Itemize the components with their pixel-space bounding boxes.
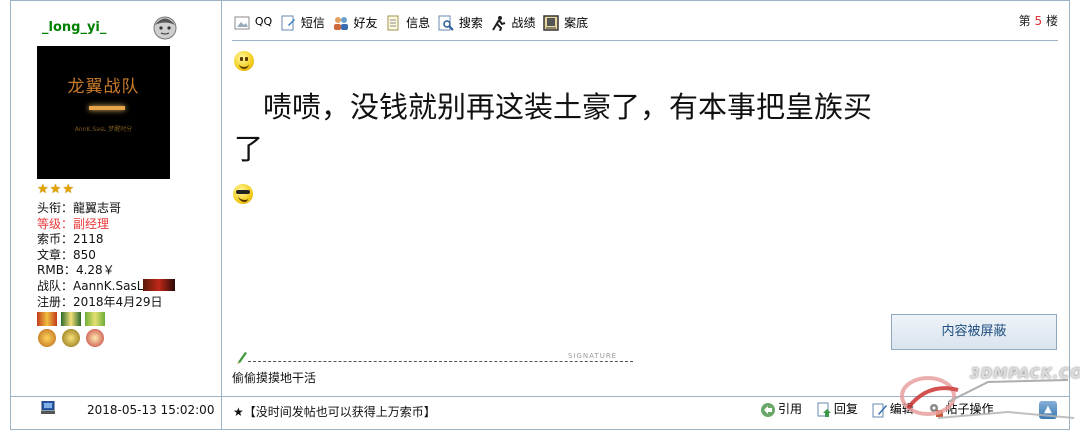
toolbar-divider bbox=[232, 40, 1058, 41]
user-register-row: 注册：2018年4月29日 bbox=[37, 295, 175, 311]
user-info: 头衔：龍翼志哥 等级：副经理 索币：2118 文章：850 RMB：4.28￥ … bbox=[37, 201, 176, 311]
toolbar-item-friends[interactable]: 好友 bbox=[333, 14, 378, 31]
team-value[interactable]: AannK.SasL bbox=[73, 279, 143, 293]
message-icon bbox=[281, 15, 295, 30]
medal-list bbox=[37, 312, 109, 353]
post-toolbar: QQ 短信 好友 信息 搜索 战绩 案底 bbox=[234, 14, 592, 31]
team-badge-icon bbox=[143, 278, 176, 291]
posts-label: 文章： bbox=[37, 247, 74, 262]
user-title-row: 头衔：龍翼志哥 bbox=[37, 201, 175, 217]
image-icon bbox=[234, 16, 250, 29]
medal-icon[interactable] bbox=[37, 312, 57, 350]
quote-button[interactable]: 引用 bbox=[760, 400, 802, 418]
user-posts-row: 文章：850 bbox=[37, 248, 175, 264]
reply-icon bbox=[817, 402, 831, 417]
star-icon: ★ bbox=[49, 182, 62, 197]
medal-icon[interactable] bbox=[85, 312, 105, 350]
title-value: 龍翼志哥 bbox=[73, 201, 122, 215]
toolbar-item-message[interactable]: 短信 bbox=[280, 14, 325, 31]
user-rmb-row: RMB：4.28￥ bbox=[37, 263, 175, 279]
search-icon bbox=[438, 15, 454, 31]
record-icon bbox=[491, 15, 505, 31]
edit-icon bbox=[872, 403, 887, 417]
toolbar-label: 短信 bbox=[300, 16, 325, 30]
floor-prefix: 第 bbox=[1018, 14, 1031, 28]
toolbar-label: QQ bbox=[254, 14, 273, 28]
quote-icon bbox=[761, 402, 775, 417]
toolbar-label: 好友 bbox=[353, 16, 378, 30]
title-label: 头衔： bbox=[37, 201, 74, 215]
computer-icon bbox=[41, 401, 55, 414]
team-label: 战队： bbox=[37, 278, 74, 293]
star-icon: ★ bbox=[62, 182, 74, 197]
post-timestamp: 2018-05-13 15:02:00 bbox=[87, 403, 215, 417]
toolbar-item-qq[interactable]: QQ bbox=[234, 15, 272, 31]
rmb-value: 4.28￥ bbox=[75, 263, 115, 278]
toolbar-item-search[interactable]: 搜索 bbox=[438, 14, 483, 31]
posts-value: 850 bbox=[73, 247, 96, 262]
floor-value: 5 bbox=[1034, 14, 1043, 28]
top-border bbox=[10, 0, 1070, 1]
cool-emoticon-icon bbox=[233, 184, 253, 204]
avatar-subtitle: AnnK.SasL 梦醒时分 bbox=[74, 126, 133, 133]
column-divider bbox=[221, 0, 222, 430]
avatar-glow-bar bbox=[89, 106, 125, 110]
username-link[interactable]: _long_yi_ bbox=[42, 20, 106, 35]
floor-suffix: 楼 bbox=[1045, 14, 1058, 28]
user-face-icon bbox=[153, 16, 177, 40]
reply-label: 回复 bbox=[833, 402, 858, 416]
reply-button[interactable]: 回复 bbox=[816, 400, 858, 418]
signature-divider: SIGNATURE bbox=[236, 352, 633, 366]
toolbar-label: 案底 bbox=[564, 16, 589, 30]
hidden-content-button[interactable]: 内容被屏蔽 bbox=[891, 314, 1057, 350]
rmb-label: RMB： bbox=[37, 263, 76, 278]
pencil-icon bbox=[237, 352, 247, 364]
level-value: 副经理 bbox=[73, 216, 110, 231]
signature-label: SIGNATURE bbox=[568, 352, 618, 360]
post-content: 啧啧，没钱就别再这装土豪了，有本事把皇族买了 bbox=[234, 90, 873, 166]
coins-label: 索币： bbox=[37, 232, 74, 247]
user-rank-stars: ★★★ bbox=[37, 182, 75, 197]
avatar-title: 龙翼战队 bbox=[67, 77, 140, 97]
star-icon: ★ bbox=[37, 182, 49, 197]
user-level-row: 等级：副经理 bbox=[37, 217, 175, 233]
register-value: 2018年4月29日 bbox=[73, 294, 163, 309]
toolbar-item-info[interactable]: 信息 bbox=[385, 14, 430, 31]
notice-link[interactable]: ★【没时间发帖也可以获得上万索币】 bbox=[233, 403, 436, 420]
medal-icon[interactable] bbox=[61, 312, 81, 350]
site-watermark bbox=[900, 376, 1075, 419]
signature-text: 偷偷摸摸地干活 bbox=[232, 371, 317, 385]
toolbar-label: 搜索 bbox=[458, 16, 483, 30]
floor-number: 第 5 楼 bbox=[1019, 12, 1058, 29]
toolbar-item-record[interactable]: 战绩 bbox=[491, 14, 536, 31]
user-team-row: 战队：AannK.SasL bbox=[37, 278, 176, 295]
register-label: 注册： bbox=[37, 294, 74, 309]
toolbar-label: 信息 bbox=[406, 16, 431, 30]
user-avatar[interactable]: 龙翼战队 AnnK.SasL 梦醒时分 bbox=[37, 46, 170, 179]
smile-emoticon-icon bbox=[234, 51, 254, 71]
friends-icon bbox=[333, 16, 348, 30]
coins-value: 2118 bbox=[73, 232, 104, 247]
case-icon bbox=[543, 14, 560, 31]
level-label: 等级： bbox=[37, 216, 74, 231]
info-icon bbox=[387, 15, 399, 30]
toolbar-label: 战绩 bbox=[511, 16, 536, 30]
quote-label: 引用 bbox=[778, 402, 803, 416]
toolbar-item-case[interactable]: 案底 bbox=[543, 14, 588, 31]
user-coins-row: 索币：2118 bbox=[37, 232, 175, 248]
